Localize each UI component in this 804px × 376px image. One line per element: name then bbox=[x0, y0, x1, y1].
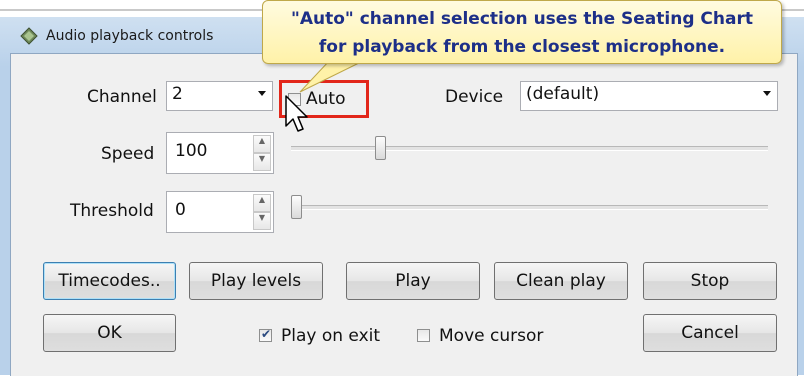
tooltip-line-2: for playback from the closest microphone… bbox=[318, 37, 726, 57]
spin-down-icon[interactable]: ▼ bbox=[253, 212, 271, 230]
threshold-value: 0 bbox=[175, 200, 186, 220]
timecodes-button[interactable]: Timecodes.. bbox=[43, 262, 176, 300]
play-on-exit-checkbox[interactable]: ✔ bbox=[259, 327, 272, 342]
clean-play-button[interactable]: Clean play bbox=[494, 262, 628, 300]
play-on-exit-label[interactable]: Play on exit bbox=[281, 326, 380, 346]
speed-label: Speed bbox=[101, 144, 155, 164]
cancel-button[interactable]: Cancel bbox=[643, 314, 777, 352]
threshold-label: Threshold bbox=[70, 201, 154, 221]
spin-down-icon[interactable]: ▼ bbox=[253, 153, 271, 171]
speed-slider-thumb[interactable] bbox=[374, 136, 386, 160]
tooltip-line-1: "Auto" channel selection uses the Seatin… bbox=[291, 9, 753, 29]
spin-up-icon[interactable]: ▲ bbox=[253, 194, 271, 212]
ok-button[interactable]: OK bbox=[43, 314, 176, 352]
tooltip-callout: "Auto" channel selection uses the Seatin… bbox=[262, 0, 782, 64]
mouse-pointer-icon bbox=[285, 95, 308, 132]
threshold-stepper[interactable]: 0 ▲ ▼ bbox=[166, 191, 274, 233]
move-cursor-label[interactable]: Move cursor bbox=[439, 326, 543, 346]
threshold-slider-track[interactable] bbox=[291, 205, 768, 210]
threshold-slider-thumb[interactable] bbox=[291, 195, 302, 219]
play-button[interactable]: Play bbox=[346, 262, 480, 300]
move-cursor-checkbox[interactable] bbox=[417, 329, 430, 342]
speed-value: 100 bbox=[175, 141, 208, 161]
checkmark-icon: ✔ bbox=[261, 327, 272, 341]
play-levels-button[interactable]: Play levels bbox=[189, 262, 323, 300]
speed-stepper[interactable]: 100 ▲ ▼ bbox=[166, 132, 274, 174]
speed-slider-track[interactable] bbox=[291, 146, 768, 151]
stop-button[interactable]: Stop bbox=[643, 262, 777, 300]
spin-up-icon[interactable]: ▲ bbox=[253, 135, 271, 153]
